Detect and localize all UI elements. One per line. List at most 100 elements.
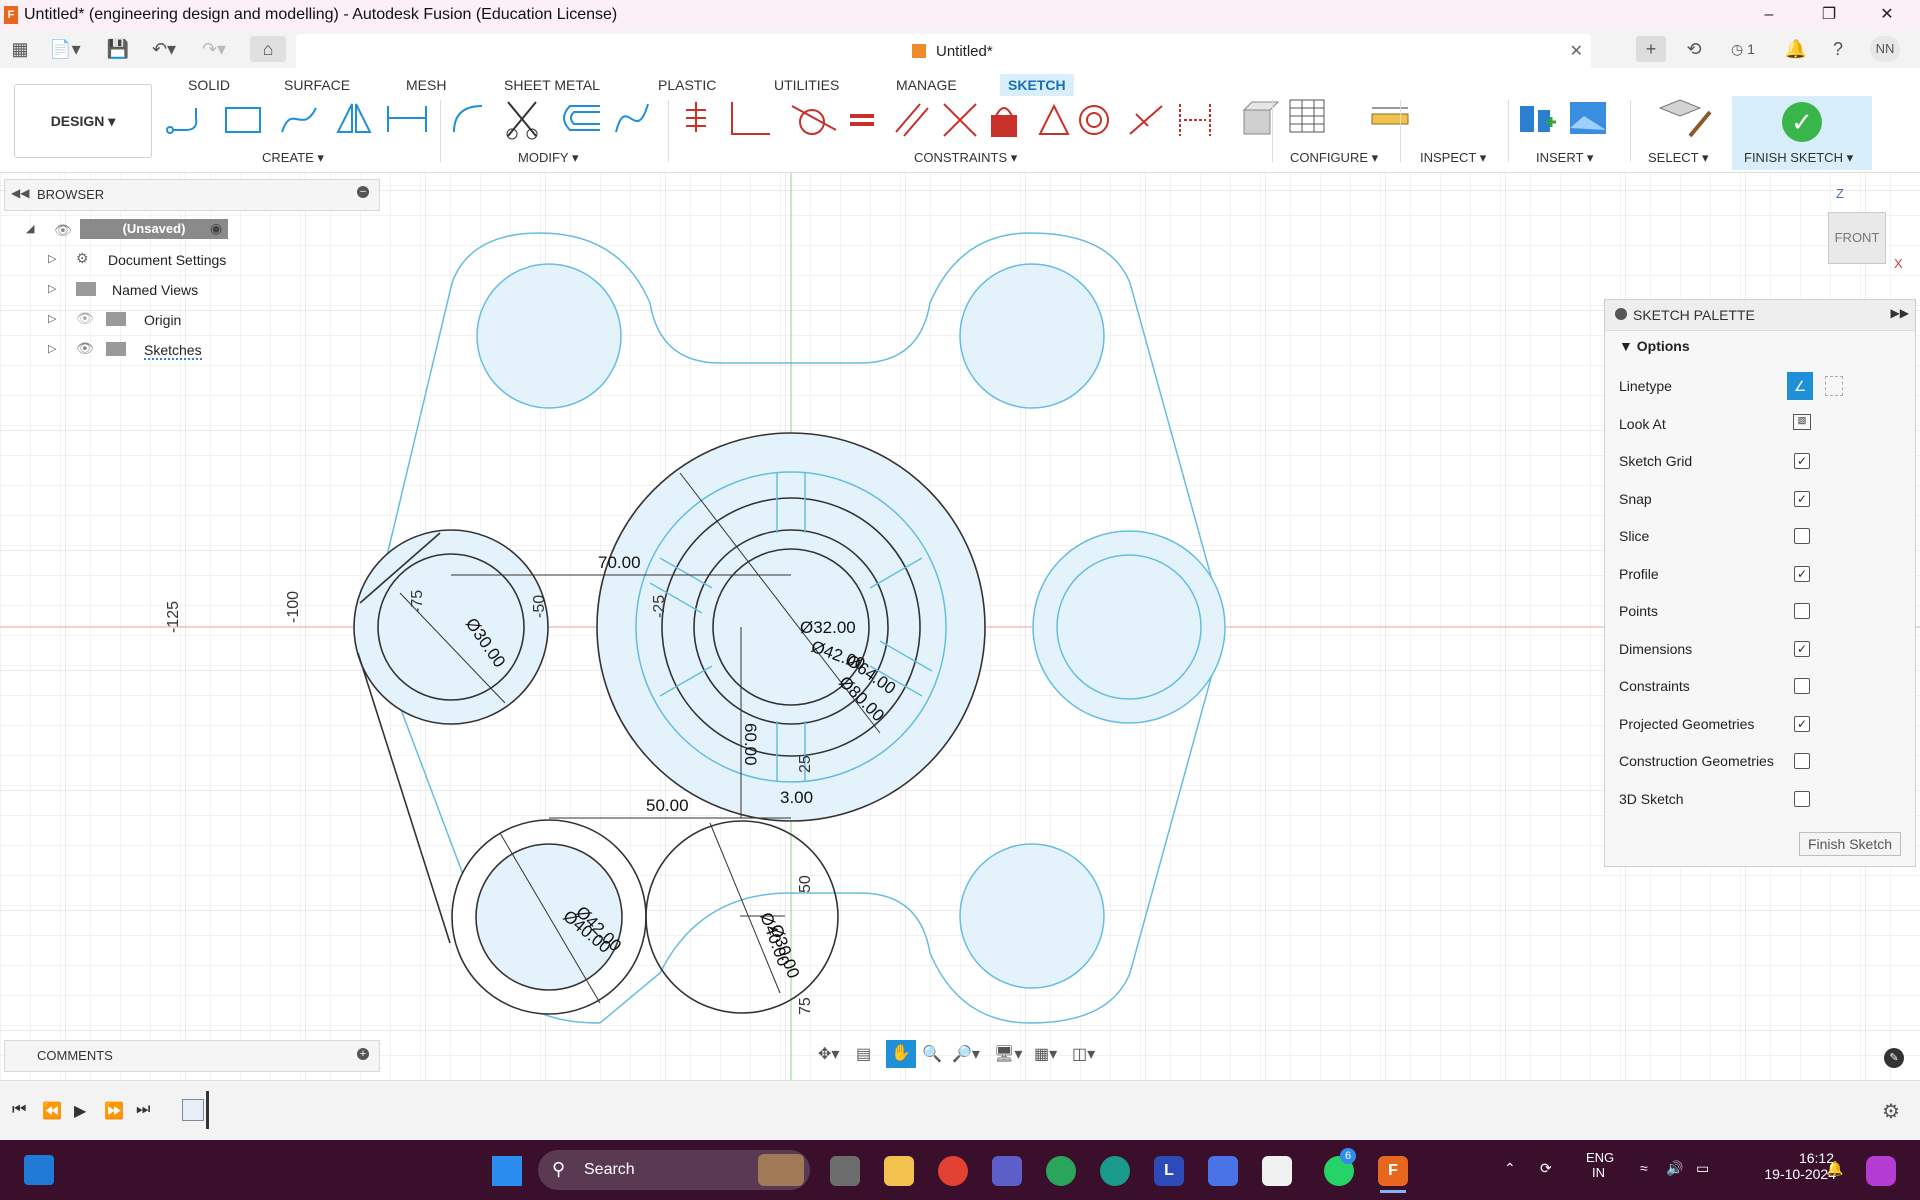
viewcube[interactable]: FRONT [1828, 212, 1886, 264]
profile-checkbox[interactable]: ✓ [1794, 566, 1810, 582]
3d-sketch-checkbox[interactable] [1794, 791, 1810, 807]
timeline-settings-gear-icon[interactable]: ⚙ [1882, 1099, 1900, 1124]
dimension-label[interactable]: 3.00 [780, 788, 813, 807]
store-icon[interactable] [1262, 1156, 1292, 1186]
wifi-icon[interactable]: ≈ [1640, 1160, 1648, 1176]
collapse-arrow-icon[interactable]: ◢ [26, 222, 34, 235]
rectangle-tool-icon[interactable] [225, 107, 261, 133]
snap-checkbox[interactable]: ✓ [1794, 491, 1810, 507]
hole-circle[interactable] [959, 263, 1105, 409]
close-icon[interactable]: ✕ [1864, 0, 1910, 30]
equal-icon[interactable] [850, 114, 874, 126]
app-triangle-icon[interactable] [1208, 1156, 1238, 1186]
modify-menu[interactable]: MODIFY ▾ [518, 150, 578, 166]
look-at-icon[interactable]: ▤ [856, 1044, 871, 1064]
linetype-centerline-icon[interactable] [1825, 376, 1843, 396]
configure-menu[interactable]: CONFIGURE ▾ [1290, 150, 1378, 166]
midpoint-icon[interactable] [1038, 103, 1070, 135]
timeline-marker[interactable] [206, 1091, 209, 1129]
go-to-end-icon[interactable]: ⏭ [136, 1101, 150, 1119]
minimize-panel-icon[interactable]: – [357, 186, 369, 198]
concentric-icon[interactable] [1079, 105, 1109, 135]
hidden-eye-icon[interactable]: 👁 [76, 310, 94, 327]
fix-lock-icon[interactable] [991, 115, 1017, 137]
conic-tool-icon[interactable] [615, 103, 649, 133]
tray-chevron-icon[interactable]: ⌃ [1504, 1160, 1516, 1177]
slice-checkbox[interactable] [1794, 528, 1810, 544]
save-icon[interactable]: 💾 [106, 36, 130, 62]
central-hub[interactable] [596, 432, 986, 822]
help-icon[interactable]: ? [1824, 36, 1852, 62]
start-windows-icon[interactable] [492, 1156, 522, 1186]
widgets-icon[interactable] [24, 1155, 54, 1185]
apps-grid-icon[interactable]: ▦ [8, 36, 32, 62]
browser-panel-header[interactable]: ◀◀ BROWSER – [4, 179, 380, 211]
left-boss[interactable] [353, 529, 549, 725]
language-indicator[interactable]: ENG IN [1586, 1150, 1614, 1180]
user-avatar[interactable]: NN [1870, 36, 1900, 62]
construction-geometries-checkbox[interactable] [1794, 753, 1810, 769]
extensions-icon[interactable]: ⟲ [1680, 36, 1708, 62]
horizontal-vertical-icon[interactable] [686, 102, 706, 132]
insert-derive-icon[interactable] [1520, 106, 1556, 132]
eye-icon[interactable]: 👁 [54, 222, 72, 239]
dimension-label[interactable]: 70.00 [598, 553, 641, 572]
tab-mesh[interactable]: MESH [398, 74, 454, 96]
minimize-icon[interactable]: – [1746, 0, 1792, 30]
tree-item-named-views[interactable]: ▷ Named Views [48, 276, 248, 304]
collinear-icon[interactable] [1129, 105, 1163, 135]
home-icon[interactable]: ⌂ [250, 36, 286, 62]
volume-icon[interactable]: 🔊 [1666, 1160, 1683, 1177]
step-back-icon[interactable]: ⏪ [42, 1101, 62, 1121]
close-tab-icon[interactable]: ✕ [1570, 41, 1583, 61]
document-tab[interactable]: Untitled* ✕ [296, 34, 1591, 68]
copilot-icon[interactable] [1866, 1156, 1896, 1186]
select-tool-icon[interactable] [1658, 99, 1712, 138]
pan-hand-icon[interactable]: ✋ [886, 1040, 916, 1068]
parallel-icon[interactable] [895, 103, 929, 137]
notifications-icon[interactable]: 🔔 [1782, 36, 1810, 62]
l-app-icon[interactable]: L [1154, 1156, 1184, 1186]
spline-tool-icon[interactable] [281, 107, 317, 133]
dimension-label[interactable]: Ø32.00 [800, 618, 856, 637]
tree-item-sketches[interactable]: ▷ 👁 Sketches [48, 336, 248, 364]
app-circle-icon[interactable] [1046, 1156, 1076, 1186]
points-checkbox[interactable] [1794, 603, 1810, 619]
fusion-taskbar-icon[interactable]: F [1378, 1156, 1408, 1186]
hole-circle[interactable] [1056, 554, 1202, 700]
feedback-icon[interactable]: ✎ [1884, 1048, 1904, 1068]
constraints-checkbox[interactable] [1794, 678, 1810, 694]
tab-manage[interactable]: MANAGE [888, 74, 965, 96]
hole-circle[interactable] [476, 263, 622, 409]
coincident-icon[interactable] [731, 102, 770, 135]
sketch-timeline-feature-icon[interactable] [182, 1099, 204, 1121]
fillet-tool-icon[interactable] [453, 105, 483, 133]
palette-header[interactable]: SKETCH PALETTE ▶▶ [1605, 300, 1915, 331]
palette-finish-sketch-button[interactable]: Finish Sketch [1799, 832, 1901, 856]
tree-item-root[interactable]: ◢ 👁 (Unsaved) ◉ [24, 216, 234, 244]
radio-activate-icon[interactable]: ◉ [210, 220, 222, 237]
line-tool-icon[interactable] [166, 108, 198, 134]
inspect-menu[interactable]: INSPECT ▾ [1420, 150, 1486, 166]
sketch-grid-checkbox[interactable]: ✓ [1794, 453, 1810, 469]
insert-menu[interactable]: INSERT ▾ [1536, 150, 1593, 166]
constraints-menu[interactable]: CONSTRAINTS ▾ [914, 150, 1017, 166]
undo-icon[interactable]: ↶▾ [146, 36, 182, 62]
viewports-icon[interactable]: ◫▾ [1072, 1044, 1095, 1064]
dimensions-checkbox[interactable]: ✓ [1794, 641, 1810, 657]
select-menu[interactable]: SELECT ▾ [1648, 150, 1708, 166]
workspace-switcher[interactable]: DESIGN ▾ [14, 84, 152, 158]
edge-icon[interactable] [1100, 1156, 1130, 1186]
file-icon[interactable]: 📄▾ [48, 36, 82, 62]
expand-arrow-icon[interactable]: ▷ [48, 312, 56, 325]
offset-tool-icon[interactable] [563, 105, 600, 131]
symmetry-icon[interactable] [1179, 104, 1211, 136]
create-menu[interactable]: CREATE ▾ [262, 150, 324, 166]
sync-icon[interactable]: ⟳ [1540, 1160, 1552, 1177]
tab-surface[interactable]: SURFACE [276, 74, 358, 96]
zoom-window-icon[interactable]: 🔎▾ [952, 1044, 980, 1064]
finish-sketch-menu[interactable]: FINISH SKETCH ▾ [1744, 150, 1853, 166]
tab-plastic[interactable]: PLASTIC [650, 74, 724, 96]
job-status-icon[interactable]: ◷ 1 [1722, 36, 1764, 62]
teams-icon[interactable] [992, 1156, 1022, 1186]
